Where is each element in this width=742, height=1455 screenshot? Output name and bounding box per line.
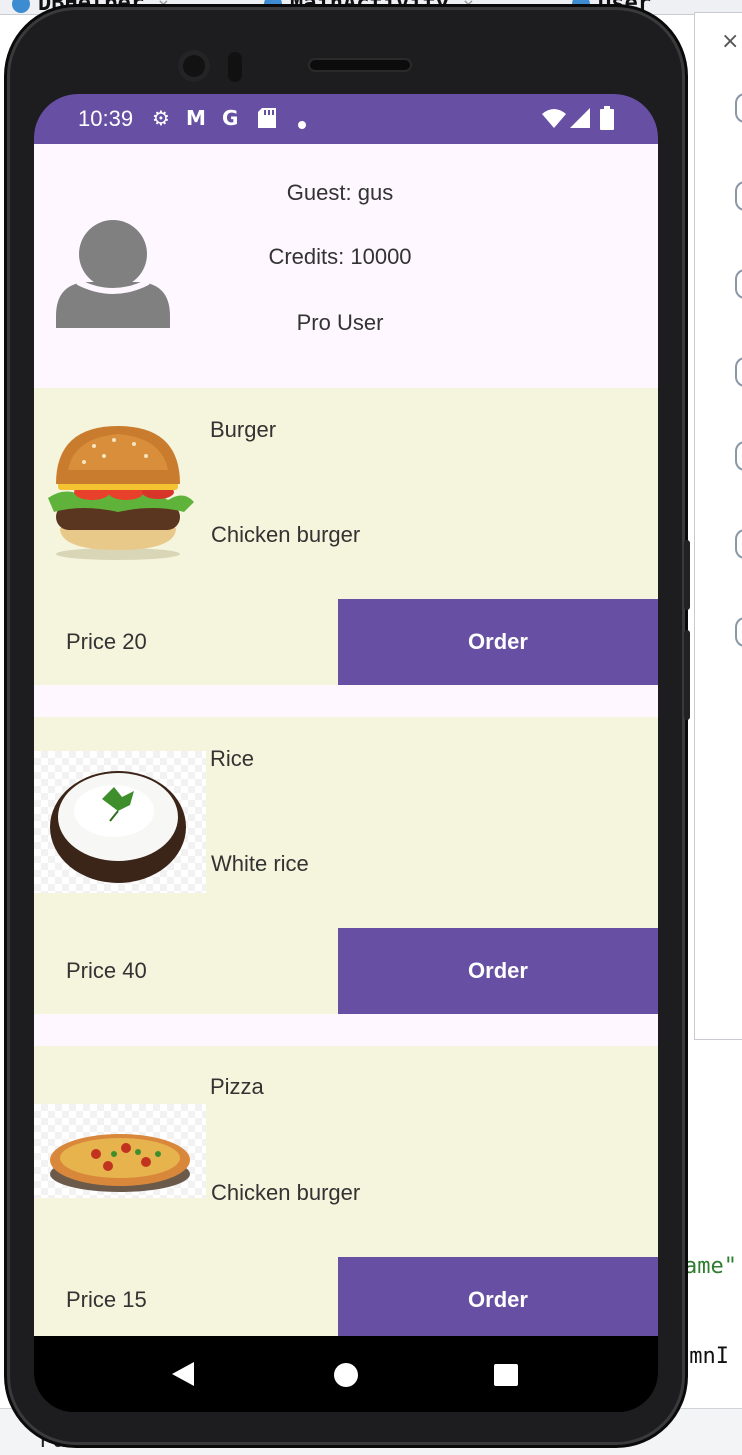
item-description: Chicken burger: [211, 522, 361, 547]
item-price: Price 15: [66, 1287, 147, 1312]
code-fragment: umnI: [676, 1344, 729, 1369]
item-description: White rice: [211, 851, 309, 876]
guest-name: Guest: gus: [286, 180, 394, 205]
tool-icon[interactable]: [735, 269, 742, 299]
power-button[interactable]: [684, 630, 690, 720]
rice-image: [34, 751, 206, 893]
close-icon[interactable]: ×: [721, 29, 739, 54]
navigation-bar: [34, 1336, 658, 1412]
item-name: Rice: [210, 746, 255, 771]
tool-icon[interactable]: [735, 181, 742, 211]
sensor-icon: [228, 52, 242, 82]
item-description: Chicken burger: [211, 1180, 361, 1205]
profile-header: Guest: gus Credits: 10000 Pro User: [34, 144, 658, 388]
order-button[interactable]: Order: [338, 1257, 658, 1336]
status-bar: 10:39 ⚙ M G: [34, 94, 658, 144]
gmail-icon: M: [186, 106, 206, 130]
tool-icon[interactable]: [735, 617, 742, 647]
recents-icon[interactable]: [494, 1364, 518, 1386]
item-name: Pizza: [210, 1074, 264, 1099]
status-time: 10:39: [78, 106, 134, 131]
battery-icon: [600, 106, 614, 135]
dot-icon: [298, 110, 306, 134]
phone-screen: 10:39 ⚙ M G Guest: gus Credits: 10000 Pr…: [34, 94, 658, 1412]
back-icon[interactable]: [172, 1362, 194, 1386]
settings-icon: ⚙: [152, 106, 170, 130]
tool-icon[interactable]: [735, 93, 742, 123]
class-icon: [12, 0, 30, 13]
item-price: Price 40: [66, 958, 147, 983]
google-icon: G: [222, 106, 239, 130]
pizza-image: [34, 1104, 206, 1198]
ide-right-panel: ×: [694, 12, 742, 1040]
tool-icon[interactable]: [735, 441, 742, 471]
order-button[interactable]: Order: [338, 928, 658, 1014]
camera-icon: [178, 50, 210, 82]
burger-image: [34, 420, 202, 564]
signal-icon: [570, 108, 590, 133]
user-level: Pro User: [296, 310, 384, 335]
home-icon[interactable]: [334, 1363, 358, 1387]
tool-icon[interactable]: [735, 357, 742, 387]
tool-icon[interactable]: [735, 529, 742, 559]
app-content[interactable]: Guest: gus Credits: 10000 Pro User Burge…: [34, 144, 658, 1336]
menu-card-pizza: Pizza Chicken burger Price 15 Order: [34, 1046, 658, 1336]
wifi-icon: [542, 108, 566, 133]
order-button[interactable]: Order: [338, 599, 658, 685]
sd-card-icon: [258, 108, 276, 133]
menu-card-rice: Rice White rice Price 40 Order: [34, 717, 658, 1014]
speaker-grille: [310, 60, 410, 70]
item-name: Burger: [210, 417, 277, 442]
phone-frame: 10:39 ⚙ M G Guest: gus Credits: 10000 Pr…: [10, 10, 690, 1442]
item-price: Price 20: [66, 629, 147, 654]
volume-button[interactable]: [684, 540, 690, 610]
code-fragment: ame": [684, 1254, 737, 1279]
person-avatar-icon: [56, 220, 170, 328]
credits-text: Credits: 10000: [268, 244, 412, 269]
menu-card-burger: Burger Chicken burger Price 20 Order: [34, 388, 658, 685]
